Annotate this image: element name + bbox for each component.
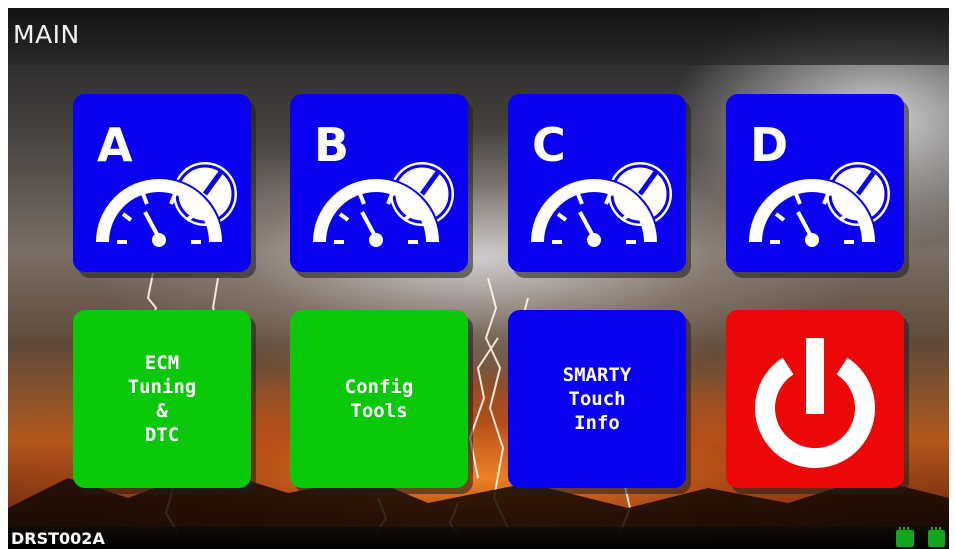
- smarty-touch-info-button[interactable]: SMARTY Touch Info: [508, 310, 686, 488]
- gauge-b-button[interactable]: B: [290, 94, 468, 272]
- gauge-c-button[interactable]: C: [508, 94, 686, 272]
- memory-card-icon: [928, 527, 945, 547]
- page-title: MAIN: [13, 20, 80, 49]
- ecm-tuning-dtc-label: ECM Tuning & DTC: [127, 352, 197, 446]
- config-tools-button[interactable]: Config Tools: [290, 310, 468, 488]
- config-tools-label: Config Tools: [344, 376, 414, 422]
- ecm-tuning-dtc-button[interactable]: ECM Tuning & DTC: [73, 310, 251, 488]
- header-bar: MAIN: [8, 8, 949, 65]
- gauge-icon: [311, 162, 454, 247]
- gauge-d-button[interactable]: D: [726, 94, 904, 272]
- gauge-icon: [529, 162, 672, 247]
- memory-card-icon: [896, 527, 914, 547]
- gauge-icon: [747, 162, 890, 247]
- power-icon: [755, 338, 875, 469]
- power-button[interactable]: [726, 310, 904, 488]
- gauge-a-button[interactable]: A: [73, 94, 251, 272]
- main-screen: MAIN A B C D ECM Tuning & DTC Config Too…: [8, 8, 949, 549]
- device-id-label: DRST002A: [11, 529, 105, 548]
- smarty-touch-info-label: SMARTY Touch Info: [562, 364, 632, 434]
- gauge-icon: [94, 162, 237, 247]
- footer-bar: DRST002A: [8, 527, 949, 549]
